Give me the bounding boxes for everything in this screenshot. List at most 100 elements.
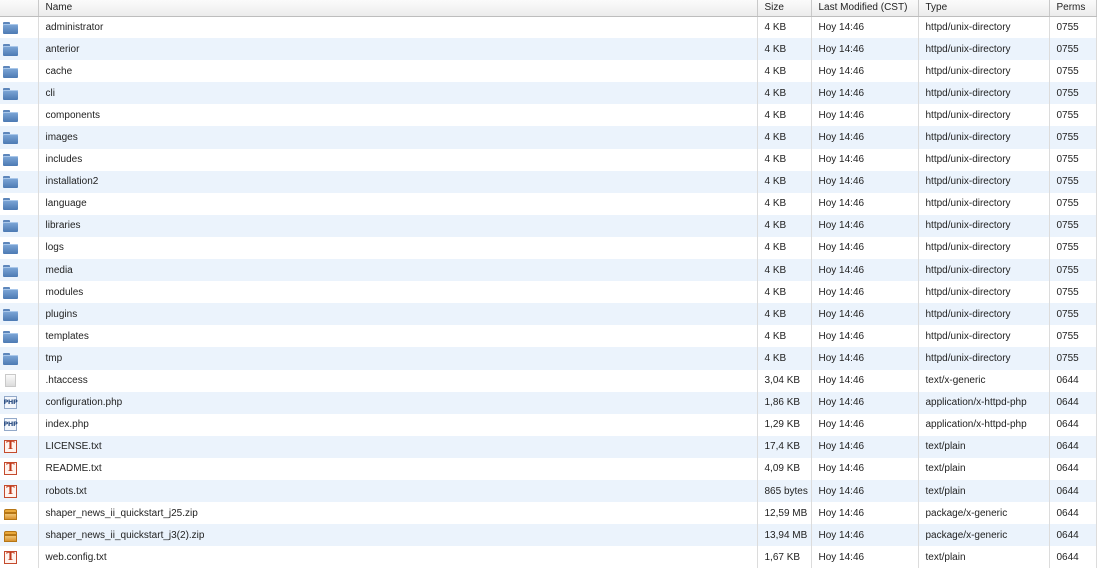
file-name[interactable]: installation2 [38, 170, 758, 193]
row-icon-cell[interactable] [0, 281, 39, 304]
column-header-name[interactable]: Name [38, 0, 758, 17]
row-icon-cell[interactable] [0, 126, 39, 149]
table-row[interactable]: images 4 KB Hoy 14:46 httpd/unix-directory 0… [0, 126, 1097, 149]
file-perms[interactable]: 0755 [1049, 82, 1097, 105]
file-name[interactable]: cli [38, 82, 758, 105]
file-name[interactable]: tmp [38, 347, 758, 370]
row-icon-cell[interactable]: PHP [0, 391, 39, 414]
column-header-type[interactable]: Type [918, 0, 1050, 17]
file-perms[interactable]: 0644 [1049, 391, 1097, 414]
table-row[interactable]: Tweb.config.txt 1,67 KB Hoy 14:46 text/plai… [0, 546, 1097, 569]
file-name[interactable]: LICENSE.txt [38, 435, 758, 458]
table-row[interactable]: tmp 4 KB Hoy 14:46 httpd/unix-directory 0755 [0, 347, 1097, 370]
file-name[interactable]: includes [38, 148, 758, 171]
file-perms[interactable]: 0644 [1049, 524, 1097, 547]
file-name[interactable]: shaper_news_ii_quickstart_j25.zip [38, 502, 758, 525]
row-icon-cell[interactable] [0, 82, 39, 105]
file-name[interactable]: administrator [38, 16, 758, 39]
table-row[interactable]: modules 4 KB Hoy 14:46 httpd/unix-directory… [0, 281, 1097, 304]
file-perms[interactable]: 0755 [1049, 214, 1097, 237]
file-name[interactable]: robots.txt [38, 479, 758, 503]
file-name[interactable]: index.php [38, 413, 758, 436]
row-icon-cell[interactable]: T [0, 479, 39, 503]
file-perms[interactable]: 0755 [1049, 281, 1097, 304]
file-perms[interactable]: 0644 [1049, 435, 1097, 458]
file-perms[interactable]: 0755 [1049, 60, 1097, 83]
row-icon-cell[interactable] [0, 259, 39, 282]
row-icon-cell[interactable] [0, 347, 39, 370]
file-name[interactable]: media [38, 259, 758, 282]
file-perms[interactable]: 0755 [1049, 148, 1097, 171]
file-name[interactable]: README.txt [38, 457, 758, 480]
row-icon-cell[interactable] [0, 38, 39, 61]
file-name[interactable]: configuration.php [38, 391, 758, 414]
row-icon-cell[interactable] [0, 369, 39, 392]
row-icon-cell[interactable] [0, 60, 39, 83]
file-perms[interactable]: 0755 [1049, 236, 1097, 260]
table-row[interactable]: templates 4 KB Hoy 14:46 httpd/unix-directo… [0, 325, 1097, 348]
file-perms[interactable]: 0755 [1049, 170, 1097, 193]
file-name[interactable]: cache [38, 60, 758, 83]
file-name[interactable]: logs [38, 236, 758, 260]
file-name[interactable]: modules [38, 281, 758, 304]
row-icon-cell[interactable]: T [0, 457, 39, 480]
file-perms[interactable]: 0755 [1049, 192, 1097, 215]
table-row[interactable]: Trobots.txt 865 bytes Hoy 14:46 text/plain 0… [0, 479, 1097, 503]
file-perms[interactable]: 0644 [1049, 457, 1097, 480]
table-row[interactable]: cache 4 KB Hoy 14:46 httpd/unix-directory 07… [0, 60, 1097, 83]
file-name[interactable]: web.config.txt [38, 546, 758, 569]
row-icon-cell[interactable]: PHP [0, 413, 39, 436]
file-name[interactable]: images [38, 126, 758, 149]
file-name[interactable]: templates [38, 325, 758, 348]
file-perms[interactable]: 0644 [1049, 369, 1097, 392]
column-header-perms[interactable]: Perms [1049, 0, 1097, 17]
row-icon-cell[interactable] [0, 16, 39, 39]
table-row[interactable]: language 4 KB Hoy 14:46 httpd/unix-director… [0, 192, 1097, 215]
table-row[interactable]: T LICENSE.txt 17,4 KB Hoy 14:46 text/plain 06… [0, 435, 1097, 458]
file-perms[interactable]: 0644 [1049, 546, 1097, 569]
file-perms[interactable]: 0644 [1049, 479, 1097, 503]
file-perms[interactable]: 0755 [1049, 347, 1097, 370]
file-name[interactable]: shaper_news_ii_quickstart_j3(2).zip [38, 524, 758, 547]
file-name[interactable]: plugins [38, 303, 758, 326]
row-icon-cell[interactable] [0, 104, 39, 127]
file-perms[interactable]: 0755 [1049, 38, 1097, 61]
table-row[interactable]: logs 4 KB Hoy 14:46 httpd/unix-directory 075… [0, 236, 1097, 260]
file-perms[interactable]: 0755 [1049, 259, 1097, 282]
row-icon-cell[interactable] [0, 325, 39, 348]
file-name[interactable]: anterior [38, 38, 758, 61]
column-header-size[interactable]: Size [757, 0, 812, 17]
file-perms[interactable]: 0755 [1049, 325, 1097, 348]
table-row[interactable]: T README.txt 4,09 KB Hoy 14:46 text/plain 064… [0, 457, 1097, 480]
row-icon-cell[interactable]: T [0, 435, 39, 458]
table-row[interactable]: shaper_news_ii_quickstart_j25.zip 12,59 M… [0, 502, 1097, 525]
table-row[interactable]: media 4 KB Hoy 14:46 httpd/unix-directory 07… [0, 259, 1097, 282]
table-row[interactable]: anterior 4 KB Hoy 14:46 httpd/unix-director… [0, 38, 1097, 61]
table-row[interactable]: libraries 4 KB Hoy 14:46 httpd/unix-directo… [0, 214, 1097, 237]
table-row[interactable]: .htaccess 3,04 KB Hoy 14:46 text/x-generic 0… [0, 369, 1097, 392]
table-row[interactable]: installation2 4 KB Hoy 14:46 httpd/unix-dir… [0, 170, 1097, 193]
table-row[interactable]: cli 4 KB Hoy 14:46 httpd/unix-directory 0755 [0, 82, 1097, 105]
table-row[interactable]: components 4 KB Hoy 14:46 httpd/unix-direct… [0, 104, 1097, 127]
file-perms[interactable]: 0644 [1049, 502, 1097, 525]
row-icon-cell[interactable] [0, 170, 39, 193]
row-icon-cell[interactable] [0, 148, 39, 171]
column-header-modified[interactable]: Last Modified (CST) [811, 0, 919, 17]
file-perms[interactable]: 0755 [1049, 126, 1097, 149]
table-row[interactable]: includes 4 KB Hoy 14:46 httpd/unix-director… [0, 148, 1097, 171]
row-icon-cell[interactable] [0, 192, 39, 215]
file-perms[interactable]: 0755 [1049, 104, 1097, 127]
row-icon-cell[interactable] [0, 214, 39, 237]
table-row[interactable]: administrator 4 KB Hoy 14:46 httpd/unix-dir… [0, 16, 1097, 39]
table-row[interactable]: plugins 4 KB Hoy 14:46 httpd/unix-directory… [0, 303, 1097, 326]
file-perms[interactable]: 0755 [1049, 16, 1097, 39]
file-name[interactable]: libraries [38, 214, 758, 237]
file-perms[interactable]: 0644 [1049, 413, 1097, 436]
file-perms[interactable]: 0755 [1049, 303, 1097, 326]
table-row[interactable]: shaper_news_ii_quickstart_j3(2).zip 13,94… [0, 524, 1097, 547]
file-name[interactable]: language [38, 192, 758, 215]
row-icon-cell[interactable] [0, 236, 39, 260]
row-icon-cell[interactable] [0, 524, 39, 547]
row-icon-cell[interactable]: T [0, 546, 39, 569]
file-name[interactable]: components [38, 104, 758, 127]
